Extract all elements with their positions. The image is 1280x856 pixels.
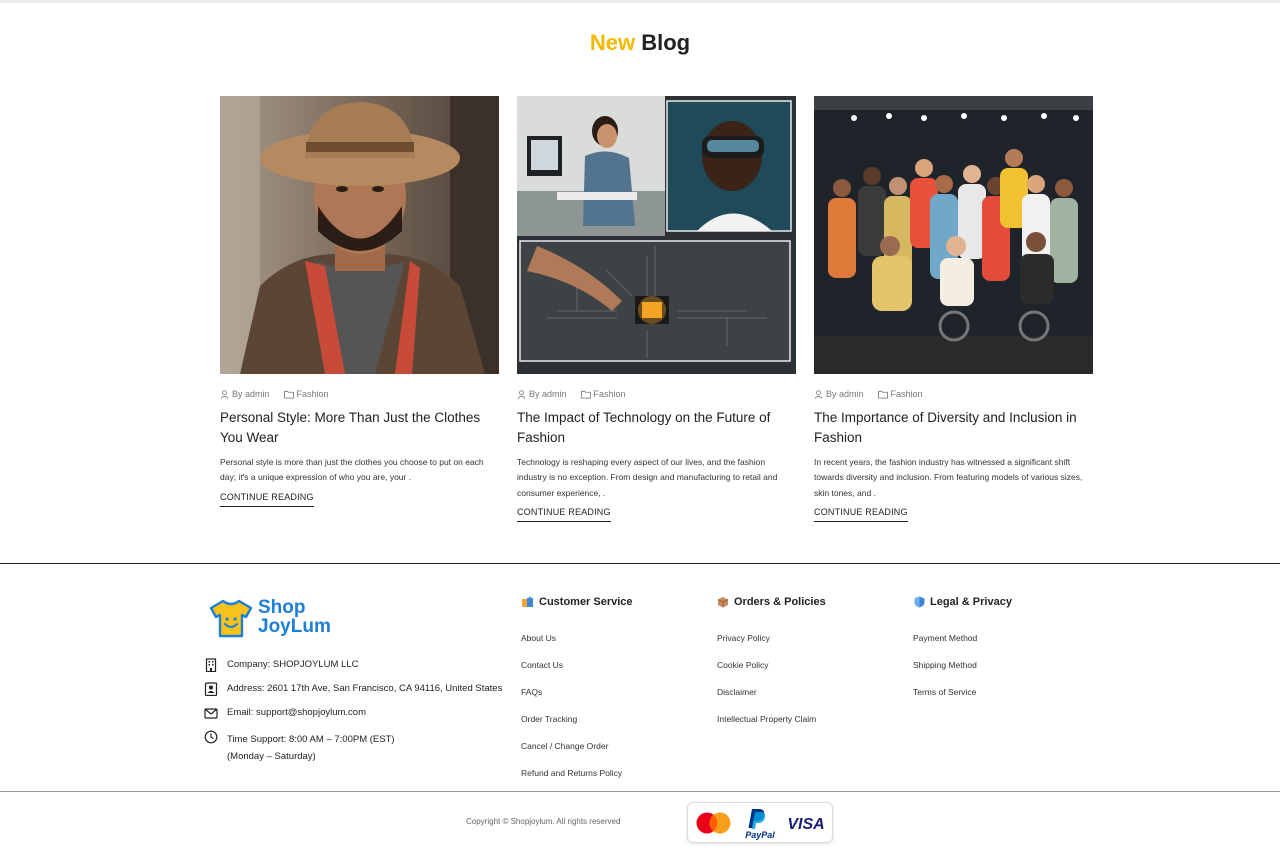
blog-image-man-in-hat[interactable] — [220, 96, 499, 374]
post-title[interactable]: The Impact of Technology on the Future o… — [517, 408, 796, 448]
post-meta: By admin Fashion — [220, 388, 499, 400]
footer-link-terms-of-service[interactable]: Terms of Service — [913, 687, 976, 697]
address-info: Address: 2601 17th Ave, San Francisco, C… — [204, 682, 502, 696]
footer-link-order-tracking[interactable]: Order Tracking — [521, 714, 577, 724]
building-icon — [205, 658, 217, 672]
user-icon — [517, 389, 526, 399]
blog-card: By admin Fashion The Importance of Diver… — [814, 96, 1093, 522]
continue-reading-link[interactable]: CONTINUE READING — [517, 507, 611, 522]
payment-methods: PayPal VISA — [687, 802, 833, 843]
post-meta: By admin Fashion — [814, 388, 1093, 400]
post-author[interactable]: By admin — [826, 389, 864, 399]
visa-label: VISA — [787, 816, 824, 833]
package-icon — [717, 597, 729, 608]
logo-text: Shop JoyLum — [258, 597, 331, 637]
footer-top-divider — [0, 563, 1280, 564]
mastercard-icon — [696, 812, 731, 834]
tshirt-logo-icon — [209, 599, 253, 638]
footer-link-cancel-change-order[interactable]: Cancel / Change Order — [521, 741, 608, 751]
support-time-info: Time Support: 8:00 AM – 7:00PM (EST) (Mo… — [204, 730, 395, 765]
post-category[interactable]: Fashion — [891, 389, 923, 399]
copyright-text: Copyright © Shopjoylum. All rights reser… — [466, 817, 621, 826]
user-icon — [814, 389, 823, 399]
post-excerpt: In recent years, the fashion industry ha… — [814, 457, 1083, 498]
footer-link-shipping-method[interactable]: Shipping Method — [913, 660, 977, 670]
footer-link-payment-method[interactable]: Payment Method — [913, 633, 977, 643]
contact-card-icon — [204, 682, 218, 696]
blog-card: By admin Fashion Personal Style: More Th… — [220, 96, 499, 507]
post-category[interactable]: Fashion — [594, 389, 626, 399]
continue-reading-link[interactable]: CONTINUE READING — [814, 507, 908, 522]
section-title: New Blog — [589, 30, 691, 55]
top-divider — [0, 0, 1280, 3]
visa-icon: VISA — [787, 816, 824, 833]
site-logo[interactable]: Shop JoyLum — [209, 598, 331, 638]
footer-link-ip-claim[interactable]: Intellectual Property Claim — [717, 714, 816, 724]
folder-icon — [580, 390, 591, 399]
post-author[interactable]: By admin — [529, 389, 567, 399]
footer-bottom-divider — [0, 791, 1280, 792]
paypal-label: PayPal — [745, 830, 775, 840]
footer-link-refund-returns[interactable]: Refund and Returns Policy — [521, 768, 622, 778]
clock-icon — [204, 730, 218, 744]
orders-policies-heading: Orders & Policies — [717, 596, 826, 608]
post-title[interactable]: Personal Style: More Than Just the Cloth… — [220, 408, 499, 448]
company-info: Company: SHOPJOYLUM LLC — [204, 658, 358, 672]
footer-link-disclaimer[interactable]: Disclaimer — [717, 687, 757, 697]
shopping-bags-icon — [522, 596, 533, 607]
continue-reading-link[interactable]: CONTINUE READING — [220, 492, 314, 507]
footer-link-privacy-policy[interactable]: Privacy Policy — [717, 633, 770, 643]
footer-link-faqs[interactable]: FAQs — [521, 687, 542, 697]
paypal-icon: PayPal — [745, 809, 775, 840]
mail-icon — [204, 708, 218, 719]
customer-service-heading: Customer Service — [521, 596, 633, 608]
user-icon — [220, 389, 229, 399]
legal-privacy-heading: Legal & Privacy — [914, 596, 1012, 608]
blog-image-diverse-group[interactable] — [814, 96, 1093, 374]
blog-card: By admin Fashion The Impact of Technolog… — [517, 96, 796, 522]
shield-icon — [914, 596, 925, 608]
post-excerpt: Technology is reshaping every aspect of … — [517, 457, 778, 498]
footer-link-cookie-policy[interactable]: Cookie Policy — [717, 660, 769, 670]
blog-image-technology-collage[interactable] — [517, 96, 796, 374]
folder-icon — [877, 390, 888, 399]
footer-link-contact-us[interactable]: Contact Us — [521, 660, 563, 670]
post-meta: By admin Fashion — [517, 388, 796, 400]
folder-icon — [283, 390, 294, 399]
post-category[interactable]: Fashion — [297, 389, 329, 399]
post-author[interactable]: By admin — [232, 389, 270, 399]
post-title[interactable]: The Importance of Diversity and Inclusio… — [814, 408, 1093, 448]
footer-link-about-us[interactable]: About Us — [521, 633, 556, 643]
post-excerpt: Personal style is more than just the clo… — [220, 457, 484, 483]
email-info[interactable]: Email: support@shopjoylum.com — [204, 707, 366, 720]
